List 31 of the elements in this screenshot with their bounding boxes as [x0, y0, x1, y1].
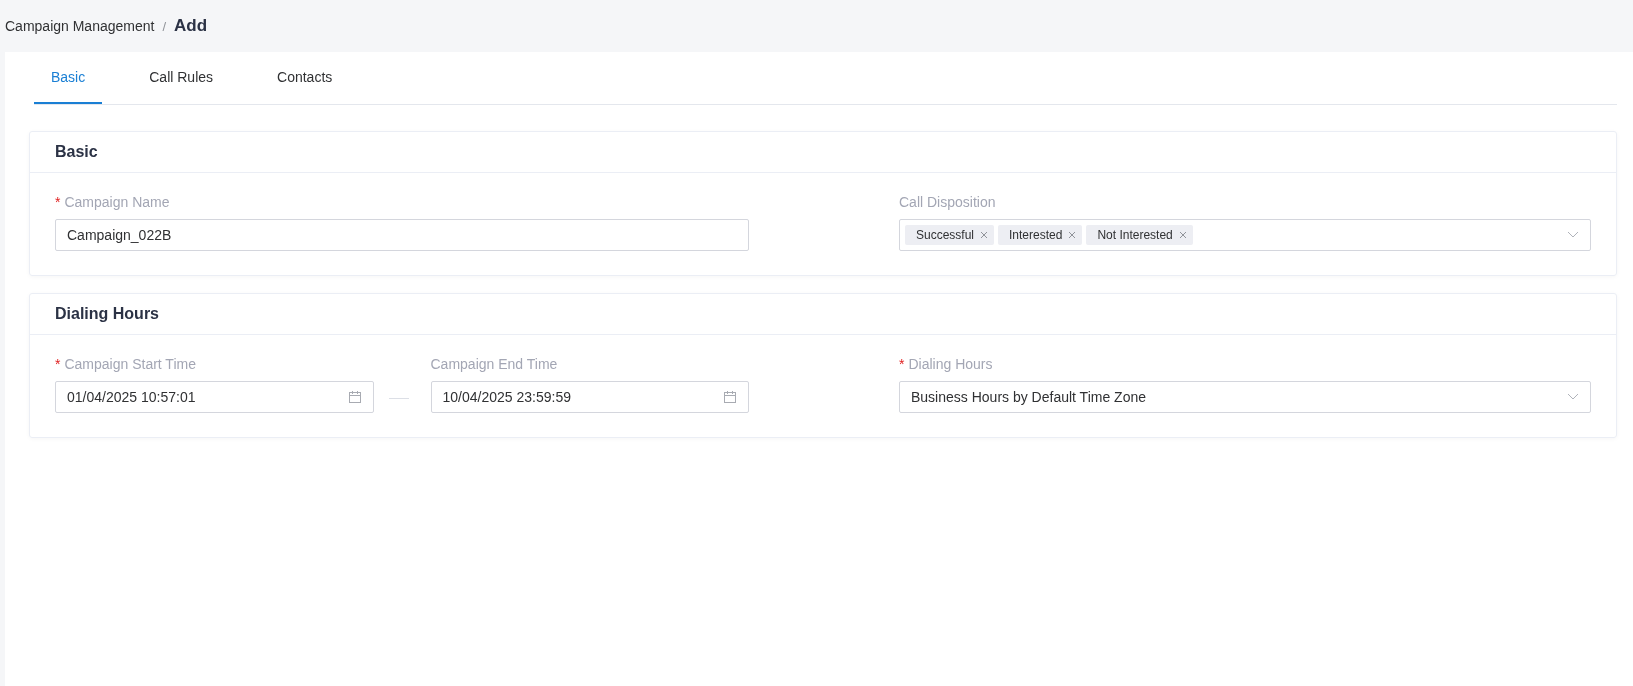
campaign-name-field[interactable]: Campaign_022B: [55, 219, 749, 251]
calendar-icon: [347, 390, 362, 404]
select-field[interactable]: Business Hours by Default Time Zone: [899, 381, 1591, 413]
breadcrumb-separator: /: [162, 18, 167, 34]
breadcrumb-link[interactable]: Campaign Management: [5, 18, 155, 34]
required-asterisk: *: [899, 356, 905, 372]
chevron-down-icon: [1567, 231, 1579, 239]
tag: Successful: [905, 225, 995, 245]
required-asterisk: *: [55, 194, 61, 210]
chevron-down-icon: [1567, 393, 1579, 401]
required-asterisk: *: [55, 356, 61, 372]
close-icon[interactable]: [1178, 231, 1187, 239]
section-title: Basic: [55, 143, 98, 161]
field-label: Dialing Hours: [908, 356, 993, 372]
field-label: Call Disposition: [899, 194, 996, 210]
calendar-icon: [723, 390, 737, 404]
field-label: Campaign Start Time: [64, 356, 196, 372]
section-title: Dialing Hours: [55, 305, 159, 323]
date-picker-field[interactable]: 10/04/2025 23:59:59: [430, 381, 749, 413]
field-label: Campaign Name: [64, 194, 170, 210]
tag: Interested: [998, 225, 1083, 245]
page-title: Add: [174, 16, 208, 36]
tab[interactable]: Call Rules: [132, 52, 231, 104]
date-picker-field[interactable]: 01/04/2025 10:57:01: [55, 381, 374, 413]
multi-select-field[interactable]: Successful Interested Not Interested: [899, 219, 1591, 251]
close-icon[interactable]: [1068, 231, 1077, 239]
tag: Not Interested: [1086, 225, 1193, 245]
field-label: Campaign End Time: [430, 356, 558, 372]
close-icon[interactable]: [980, 231, 989, 239]
tab[interactable]: Basic: [34, 52, 103, 104]
tab[interactable]: Contacts: [260, 52, 350, 104]
